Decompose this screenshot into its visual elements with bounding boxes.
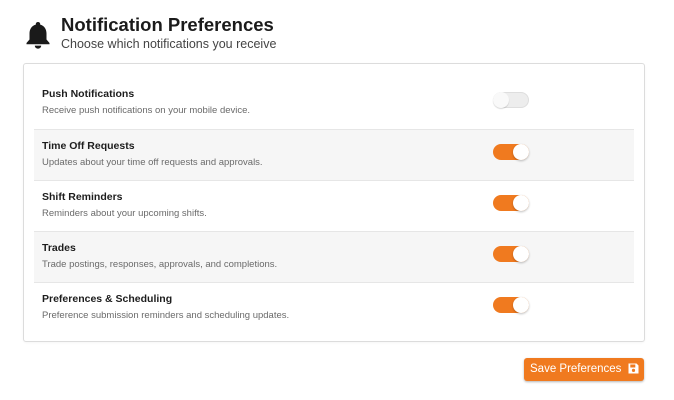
page-title: Notification Preferences (61, 14, 274, 35)
preference-row-push-notifications: Push Notifications Receive push notifica… (34, 78, 634, 129)
preference-row-shift-reminders: Shift Reminders Reminders about your upc… (34, 180, 634, 231)
toggle-knob (493, 92, 509, 108)
preference-title: Preferences & Scheduling (42, 293, 173, 305)
preference-description: Preference submission reminders and sche… (42, 310, 290, 321)
page-header: Notification Preferences Choose which no… (24, 14, 644, 58)
preferences-card: Push Notifications Receive push notifica… (23, 63, 645, 342)
toggle-knob (513, 144, 529, 160)
floppy-disk-icon (628, 363, 639, 374)
preference-title: Push Notifications (42, 88, 135, 100)
preference-description: Updates about your time off requests and… (42, 157, 263, 168)
preference-row-trades: Trades Trade postings, responses, approv… (34, 231, 634, 282)
preference-description: Trade postings, responses, approvals, an… (42, 259, 278, 270)
page-subtitle: Choose which notifications you receive (61, 37, 277, 51)
preference-title: Shift Reminders (42, 191, 123, 203)
preference-title: Trades (42, 242, 76, 254)
preference-row-preferences-scheduling: Preferences & Scheduling Preference subm… (34, 282, 634, 333)
preferences-scheduling-toggle[interactable] (493, 297, 529, 313)
toggle-knob (513, 195, 529, 211)
time-off-requests-toggle[interactable] (493, 144, 529, 160)
push-notifications-toggle[interactable] (493, 92, 529, 108)
bell-icon (26, 22, 50, 49)
preference-description: Receive push notifications on your mobil… (42, 105, 251, 116)
save-button-label: Save Preferences (530, 363, 622, 375)
preference-title: Time Off Requests (42, 140, 135, 152)
trades-toggle[interactable] (493, 246, 529, 262)
toggle-knob (513, 246, 529, 262)
preferences-list: Push Notifications Receive push notifica… (34, 78, 634, 333)
preference-row-time-off-requests: Time Off Requests Updates about your tim… (34, 129, 634, 180)
toggle-knob (513, 297, 529, 313)
save-preferences-button[interactable]: Save Preferences (524, 358, 644, 381)
preference-description: Reminders about your upcoming shifts. (42, 208, 207, 219)
shift-reminders-toggle[interactable] (493, 195, 529, 211)
